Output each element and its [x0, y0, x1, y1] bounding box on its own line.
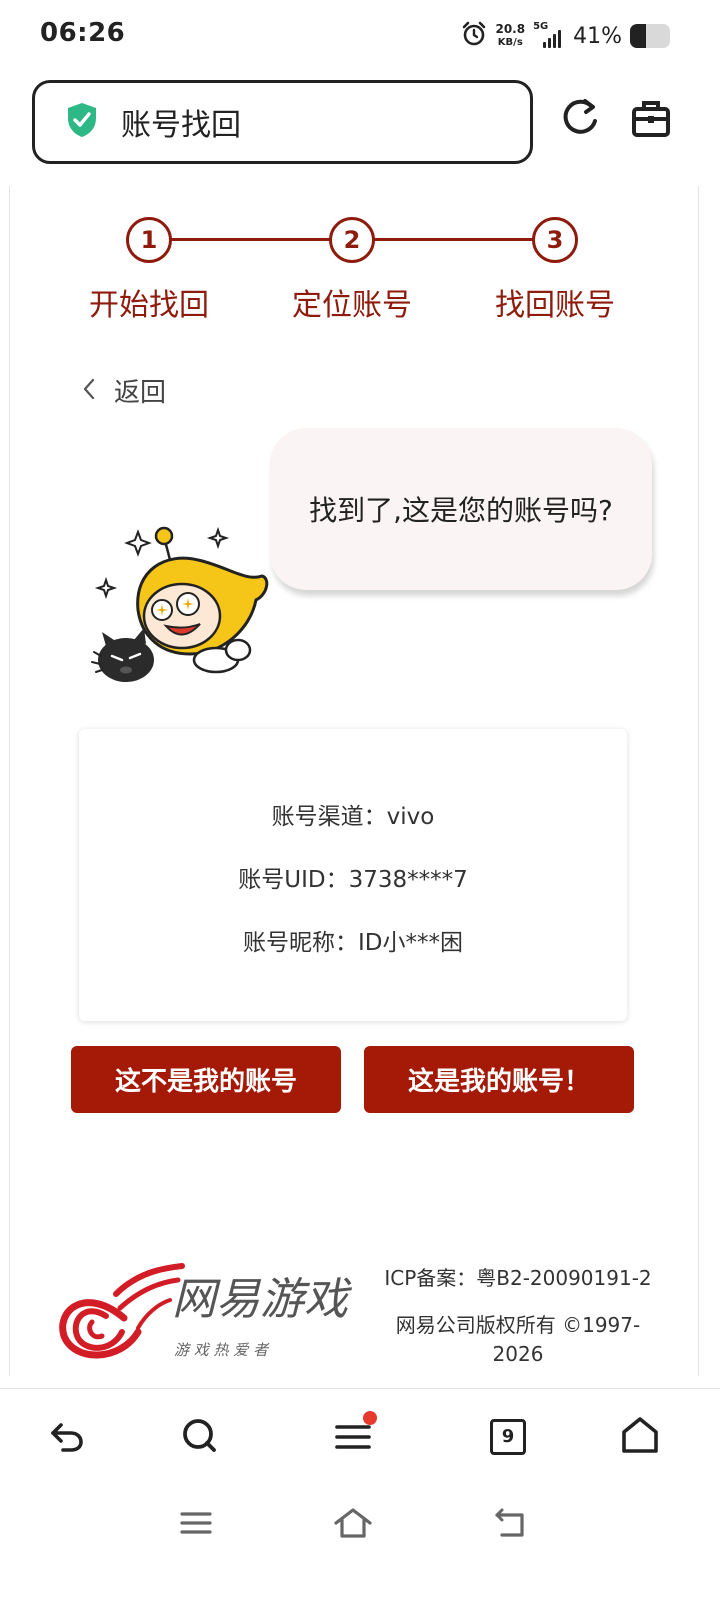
copyright-line-1: 网易公司版权所有 ©1997-: [395, 1313, 641, 1337]
refresh-button[interactable]: [555, 96, 605, 146]
speech-bubble: 找到了,这是您的账号吗?: [270, 428, 652, 590]
account-nickname: 账号昵称：ID小***困: [243, 930, 463, 956]
battery-level: [630, 24, 647, 48]
copyright-line-2: 2026: [492, 1342, 544, 1366]
network-speed: 20.8 KB/s: [495, 23, 525, 49]
network-speed-unit: KB/s: [497, 37, 523, 48]
signal-icon: 5G: [533, 21, 565, 48]
icp-record: ICP备案：粤B2-20090191-2: [384, 1266, 652, 1290]
search-icon: [179, 1415, 219, 1459]
back-label: 返回: [114, 378, 167, 408]
alarm-icon: [461, 21, 487, 51]
refresh-icon: [558, 97, 602, 145]
menu-button[interactable]: [328, 1411, 378, 1462]
step-1-label: 开始找回: [89, 288, 209, 323]
search-button[interactable]: [174, 1412, 224, 1462]
not-my-account-button[interactable]: 这不是我的账号: [71, 1046, 341, 1113]
step-2-label: 定位账号: [292, 288, 412, 323]
system-home-button[interactable]: [328, 1500, 378, 1550]
shield-check-icon: [65, 101, 99, 143]
menu-icon: [333, 1411, 377, 1457]
undo-arrow-icon: [47, 1415, 87, 1459]
logo-text: 网易游戏: [172, 1274, 352, 1325]
toolbox-button[interactable]: [626, 96, 676, 146]
mascot-illustration: [91, 526, 269, 682]
confirm-my-account-button[interactable]: 这是我的账号！: [364, 1046, 634, 1113]
toolbox-icon: [629, 97, 673, 145]
status-icons: 20.8 KB/s 5G 41%: [461, 18, 670, 54]
account-info-card: 账号渠道：vivo 账号UID：3738****7 账号昵称：ID小***困: [79, 729, 627, 1021]
tabs-count: 9: [501, 1426, 515, 1447]
netease-games-logo: 网易游戏 游 戏 热 爱 者: [59, 1263, 352, 1359]
chevron-left-icon: [82, 377, 96, 405]
step-1-number: 1: [126, 217, 172, 263]
account-channel: 账号渠道：vivo: [271, 804, 435, 830]
home-button[interactable]: [615, 1412, 665, 1462]
network-speed-value: 20.8: [495, 22, 526, 36]
clock: 06:26: [40, 18, 126, 48]
status-bar: 06:26 20.8 KB/s 5G 41%: [0, 0, 720, 72]
battery-icon: [630, 24, 670, 48]
back-button[interactable]: [42, 1412, 92, 1462]
system-recents-button[interactable]: [171, 1500, 221, 1550]
page-title: 账号找回: [121, 108, 241, 143]
back-link[interactable]: 返回: [82, 372, 166, 409]
logo-slogan: 游 戏 热 爱 者: [174, 1341, 270, 1359]
step-2-number: 2: [329, 217, 375, 263]
step-3-label: 找回账号: [495, 288, 615, 323]
address-bar[interactable]: 账号找回: [32, 80, 533, 164]
system-home-icon: [333, 1506, 373, 1544]
network-type: 5G: [533, 21, 549, 32]
home-icon: [619, 1414, 661, 1460]
step-3-number: 3: [532, 217, 578, 263]
notification-dot: [363, 1411, 377, 1425]
system-back-button[interactable]: [485, 1500, 535, 1550]
step-connector: [171, 238, 331, 241]
step-connector: [374, 238, 534, 241]
tabs-icon: 9: [490, 1419, 526, 1455]
system-back-icon: [492, 1506, 528, 1544]
account-uid: 账号UID：3738****7: [238, 867, 468, 893]
tabs-button[interactable]: 9: [483, 1412, 533, 1462]
recents-icon: [179, 1508, 213, 1542]
battery-percent: 41%: [573, 23, 622, 49]
bubble-text: 找到了,这是您的账号吗?: [309, 494, 613, 527]
